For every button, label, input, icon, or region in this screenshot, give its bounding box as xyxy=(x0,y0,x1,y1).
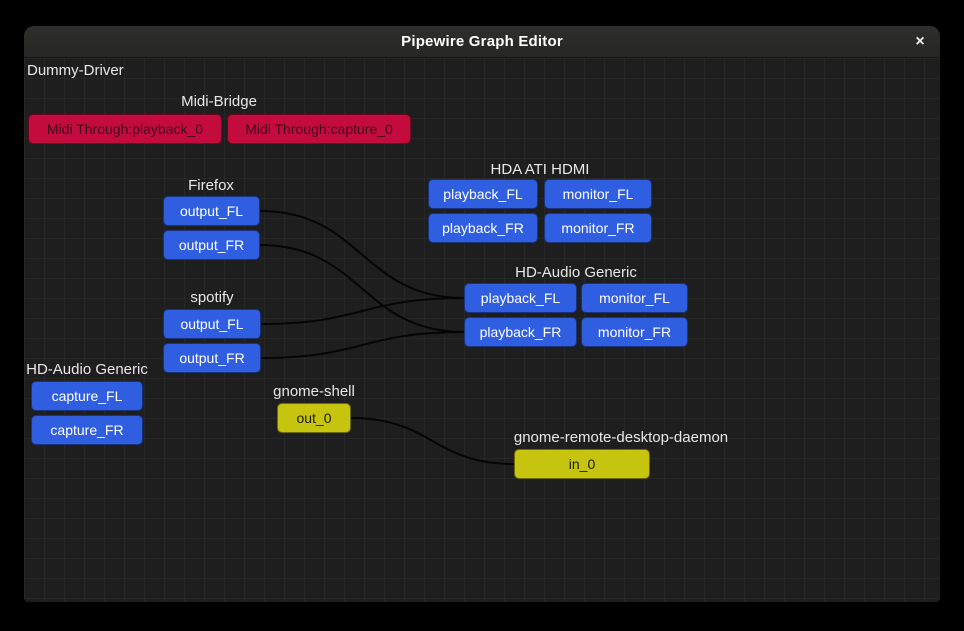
node-title: spotify xyxy=(190,289,233,306)
graph-canvas[interactable]: Dummy-Driver Midi-Bridge Midi Through:play… xyxy=(24,58,940,602)
node-title: HD-Audio Generic xyxy=(515,264,637,281)
graph-port[interactable]: capture_FR xyxy=(31,415,143,445)
window-titlebar[interactable]: Pipewire Graph Editor × xyxy=(24,26,940,58)
window-title: Pipewire Graph Editor xyxy=(401,33,563,50)
graph-port[interactable]: monitor_FL xyxy=(544,179,652,209)
wire[interactable] xyxy=(351,418,514,464)
graph-port[interactable]: Midi Through:capture_0 xyxy=(227,114,411,144)
node-title: HD-Audio Generic xyxy=(26,361,148,378)
graph-port[interactable]: playback_FR xyxy=(428,213,538,243)
node-title: HDA ATI HDMI xyxy=(491,161,590,178)
node-title: Firefox xyxy=(188,177,234,194)
graph-port[interactable]: output_FR xyxy=(163,230,260,260)
node-title: gnome-remote-desktop-daemon xyxy=(514,429,728,446)
graph-port[interactable]: monitor_FR xyxy=(581,317,688,347)
graph-port[interactable]: monitor_FR xyxy=(544,213,652,243)
wire[interactable] xyxy=(261,298,464,324)
graph-port[interactable]: capture_FL xyxy=(31,381,143,411)
graph-port[interactable]: in_0 xyxy=(514,449,650,479)
graph-port[interactable]: out_0 xyxy=(277,403,351,433)
pipewire-graph-editor-window: Pipewire Graph Editor × Dummy-Driver Midi… xyxy=(24,26,940,602)
wire[interactable] xyxy=(260,245,464,332)
close-button[interactable]: × xyxy=(908,30,932,54)
graph-port[interactable]: playback_FR xyxy=(464,317,577,347)
wire[interactable] xyxy=(261,332,464,358)
node-title: Dummy-Driver xyxy=(27,62,124,79)
graph-port[interactable]: monitor_FL xyxy=(581,283,688,313)
graph-port[interactable]: output_FL xyxy=(163,309,261,339)
node-title: Midi-Bridge xyxy=(181,93,257,110)
graph-port[interactable]: output_FL xyxy=(163,196,260,226)
graph-port[interactable]: output_FR xyxy=(163,343,261,373)
graph-port[interactable]: Midi Through:playback_0 xyxy=(28,114,222,144)
graph-port[interactable]: playback_FL xyxy=(464,283,577,313)
graph-port[interactable]: playback_FL xyxy=(428,179,538,209)
node-title: gnome-shell xyxy=(273,383,355,400)
